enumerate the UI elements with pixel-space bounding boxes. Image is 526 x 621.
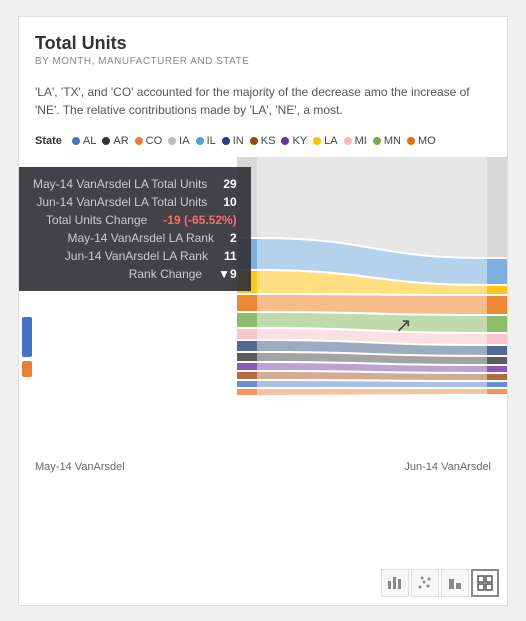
- tooltip-key-5: Jun-14 VanArsdel LA Rank: [33, 249, 208, 263]
- legend-dot-mo: [407, 137, 415, 145]
- legend-text-al: AL: [83, 135, 96, 147]
- legend-dot-ks: [250, 137, 258, 145]
- scatter-icon: [417, 575, 433, 591]
- legend-dot-al: [72, 137, 80, 145]
- legend-item-ks[interactable]: KS: [250, 135, 276, 147]
- axis-labels: May-14 VanArsdel Jun-14 VanArsdel: [19, 457, 507, 481]
- axis-left-label: May-14 VanArsdel: [35, 461, 125, 473]
- tooltip-row-6: Rank Change ▼9: [33, 267, 237, 281]
- legend-text-co: CO: [146, 135, 163, 147]
- tooltip-row-4: May-14 VanArsdel LA Rank 2: [33, 231, 237, 245]
- tooltip-row-5: Jun-14 VanArsdel LA Rank 11: [33, 249, 237, 263]
- card-subtitle: BY MONTH, MANUFACTURER AND STATE: [35, 56, 491, 67]
- legend-item-mi[interactable]: MI: [344, 135, 367, 147]
- card: Total Units BY MONTH, MANUFACTURER AND S…: [18, 16, 508, 606]
- legend-item-il[interactable]: IL: [196, 135, 216, 147]
- tooltip-row-2: Jun-14 VanArsdel LA Total Units 10: [33, 195, 237, 209]
- legend-item-la[interactable]: LA: [313, 135, 337, 147]
- tooltip-key-4: May-14 VanArsdel LA Rank: [33, 231, 214, 245]
- tooltip-value-6: ▼9: [218, 267, 237, 281]
- tooltip-key-1: May-14 VanArsdel LA Total Units: [33, 177, 207, 191]
- outer-container: Total Units BY MONTH, MANUFACTURER AND S…: [0, 0, 526, 621]
- legend-dot-in: [222, 137, 230, 145]
- column-chart-icon: [447, 575, 463, 591]
- tooltip-value-4: 2: [230, 231, 237, 245]
- tooltip-key-6: Rank Change: [33, 267, 202, 281]
- legend-text-mo: MO: [418, 135, 436, 147]
- tooltip-value-5: 11: [224, 249, 237, 263]
- left-side-elements: [19, 317, 35, 377]
- legend-text-in: IN: [233, 135, 244, 147]
- bottom-toolbar: [381, 569, 499, 597]
- tooltip-row-1: May-14 VanArsdel LA Total Units 29: [33, 177, 237, 191]
- legend-text-ks: KS: [261, 135, 276, 147]
- left-dot-blue: [22, 317, 32, 357]
- svg-text:↗: ↗: [395, 315, 412, 337]
- toolbar-btn-column[interactable]: [441, 569, 469, 597]
- legend-bar: State AL AR CO IA IL: [19, 129, 507, 153]
- legend-item-mo[interactable]: MO: [407, 135, 436, 147]
- legend-label: State: [35, 135, 62, 147]
- legend-dot-ar: [102, 137, 110, 145]
- left-dot-orange: [22, 361, 32, 377]
- card-header: Total Units BY MONTH, MANUFACTURER AND S…: [19, 17, 507, 75]
- legend-dot-mi: [344, 137, 352, 145]
- axis-right-label: Jun-14 VanArsdel: [404, 461, 491, 473]
- legend-dot-co: [135, 137, 143, 145]
- tooltip-value-3: -19 (-65.52%): [163, 213, 236, 227]
- legend-text-ia: IA: [179, 135, 189, 147]
- tooltip-row-3: Total Units Change -19 (-65.52%): [33, 213, 237, 227]
- legend-text-mi: MI: [355, 135, 367, 147]
- legend-dot-ia: [168, 137, 176, 145]
- legend-item-ar[interactable]: AR: [102, 135, 128, 147]
- legend-dot-ky: [281, 137, 289, 145]
- tooltip: May-14 VanArsdel LA Total Units 29 Jun-1…: [19, 167, 251, 291]
- legend-item-in[interactable]: IN: [222, 135, 244, 147]
- toolbar-btn-scatter[interactable]: [411, 569, 439, 597]
- tooltip-key-2: Jun-14 VanArsdel LA Total Units: [33, 195, 207, 209]
- tooltip-value-2: 10: [223, 195, 236, 209]
- legend-item-co[interactable]: CO: [135, 135, 163, 147]
- legend-item-mn[interactable]: MN: [373, 135, 401, 147]
- tooltip-key-3: Total Units Change: [33, 213, 147, 227]
- legend-dot-la: [313, 137, 321, 145]
- card-description: 'LA', 'TX', and 'CO' accounted for the m…: [19, 75, 507, 129]
- legend-text-il: IL: [207, 135, 216, 147]
- tooltip-value-1: 29: [223, 177, 236, 191]
- legend-dot-mn: [373, 137, 381, 145]
- legend-text-ar: AR: [113, 135, 128, 147]
- legend-item-ky[interactable]: KY: [281, 135, 307, 147]
- bar-chart-icon: [387, 575, 403, 591]
- legend-dot-il: [196, 137, 204, 145]
- matrix-icon: [477, 575, 493, 591]
- card-title: Total Units: [35, 33, 491, 54]
- legend-item-al[interactable]: AL: [72, 135, 96, 147]
- toolbar-btn-bar[interactable]: [381, 569, 409, 597]
- sankey-chart: ↗: [237, 157, 507, 457]
- toolbar-btn-matrix[interactable]: [471, 569, 499, 597]
- legend-text-ky: KY: [292, 135, 307, 147]
- legend-item-ia[interactable]: IA: [168, 135, 189, 147]
- legend-text-mn: MN: [384, 135, 401, 147]
- chart-area: May-14 VanArsdel LA Total Units 29 Jun-1…: [19, 157, 507, 457]
- legend-text-la: LA: [324, 135, 337, 147]
